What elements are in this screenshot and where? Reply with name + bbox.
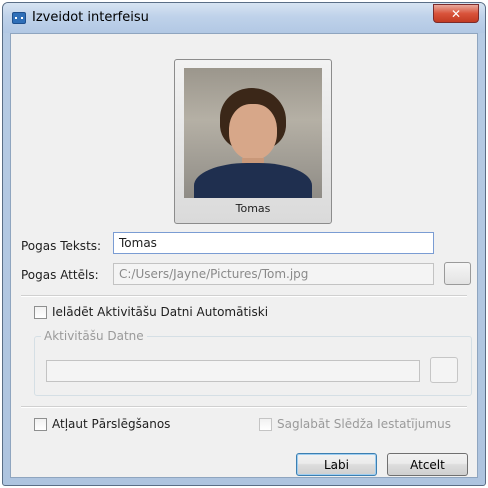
title-bar[interactable]: Izveidot interfeisu ✕ xyxy=(3,3,485,33)
dialog-body: Tomas Pogas Teksts: Tomas Pogas Attēls: … xyxy=(10,33,478,478)
ok-button[interactable]: Labi xyxy=(296,453,377,476)
button-text-input[interactable]: Tomas xyxy=(113,232,434,254)
activity-file-path-field xyxy=(46,360,420,382)
avatar-button[interactable]: Tomas xyxy=(174,59,332,224)
allow-switching-checkbox[interactable] xyxy=(34,418,47,431)
cancel-button[interactable]: Atcelt xyxy=(387,453,468,476)
separator xyxy=(21,295,467,297)
auto-load-label: Ielādēt Aktivitāšu Datni Automātiski xyxy=(52,305,269,319)
save-switch-settings-checkbox xyxy=(259,418,272,431)
close-button[interactable]: ✕ xyxy=(433,4,479,23)
avatar-name: Tomas xyxy=(235,202,271,215)
button-text-label: Pogas Teksts: xyxy=(21,239,102,253)
button-image-label: Pogas Attēls: xyxy=(21,268,99,282)
activity-file-group-title: Aktivitāšu Datne xyxy=(41,329,147,343)
allow-switching-label: Atļaut Pārslēgšanos xyxy=(52,417,171,431)
dialog-window: Izveidot interfeisu ✕ Tomas Pogas Teksts… xyxy=(2,2,486,486)
browse-activity-file-button xyxy=(430,357,458,383)
save-switch-settings-label: Saglabāt Slēdža Iestatījumus xyxy=(277,417,451,431)
separator xyxy=(21,406,467,408)
user-photo xyxy=(184,68,322,198)
window-title: Izveidot interfeisu xyxy=(32,10,149,25)
auto-load-checkbox[interactable] xyxy=(34,306,47,319)
button-image-path-field: C:/Users/Jayne/Pictures/Tom.jpg xyxy=(113,263,434,285)
app-icon xyxy=(12,12,26,24)
browse-image-button[interactable] xyxy=(444,262,471,285)
